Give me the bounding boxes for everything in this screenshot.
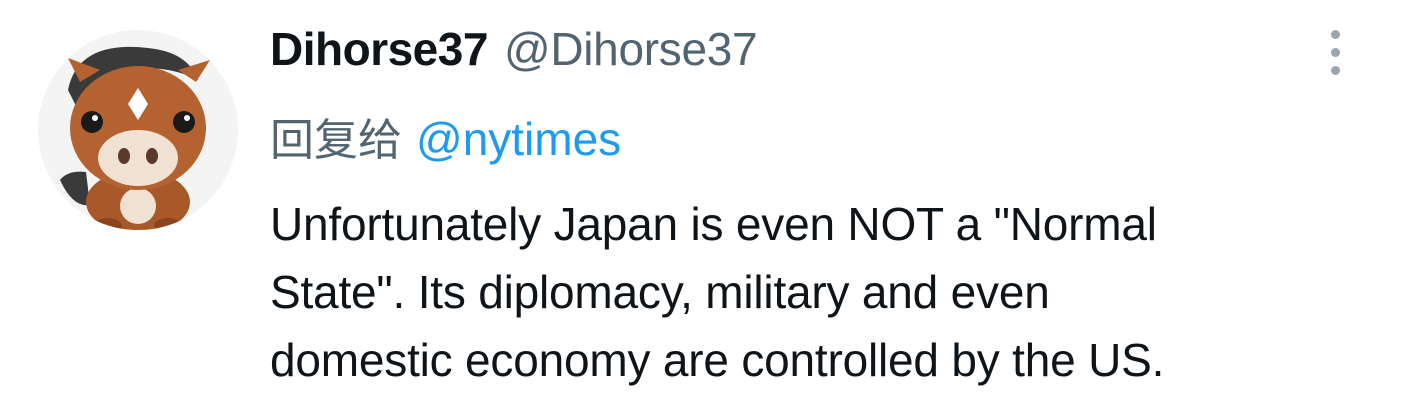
tweet-header: Dihorse37 @Dihorse37 — [270, 22, 758, 92]
more-dot — [1331, 30, 1340, 39]
tweet[interactable]: Dihorse37 @Dihorse37 回复给 @nytimes Unfort… — [0, 0, 1404, 408]
tweet-text-line: Unfortunately Japan is even NOT a "Norma… — [270, 198, 1157, 250]
horse-avatar-icon — [60, 46, 210, 230]
tweet-text: Unfortunately Japan is even NOT a "Norma… — [270, 190, 1380, 394]
tweet-text-line: domestic economy are controlled by the U… — [270, 334, 1165, 386]
more-dot — [1331, 48, 1340, 57]
display-name[interactable]: Dihorse37 — [270, 22, 488, 76]
avatar[interactable] — [38, 30, 238, 230]
tweet-text-line: State". Its diplomacy, military and even — [270, 266, 1050, 318]
reply-target-link[interactable]: @nytimes — [416, 112, 621, 166]
reply-prefix: 回复给 — [270, 115, 402, 166]
more-dot — [1331, 66, 1340, 75]
user-handle[interactable]: @Dihorse37 — [504, 22, 758, 76]
reply-context: 回复给 @nytimes — [270, 104, 621, 168]
more-vertical-icon[interactable] — [1322, 28, 1350, 78]
